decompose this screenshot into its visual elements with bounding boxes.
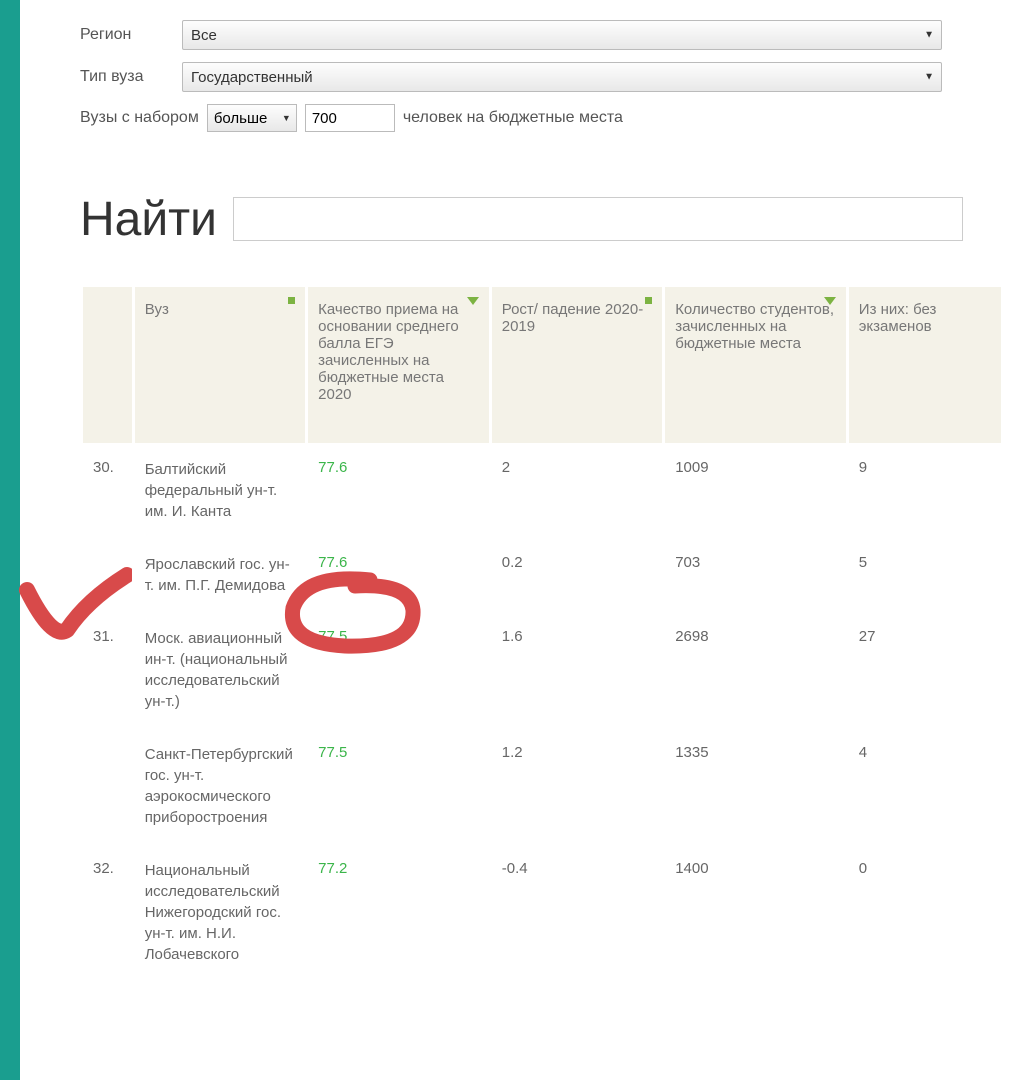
search-heading: Найти [80,192,217,247]
cell-name[interactable]: Национальный исследовательский Нижегород… [135,844,305,981]
comparator-select[interactable]: больше [207,104,297,132]
sort-indicator-icon [288,297,295,304]
cell-students: 1009 [665,443,846,538]
cell-growth: 1.2 [492,728,662,844]
cell-quality: 77.6 [308,443,489,538]
col-growth-header[interactable]: Рост/ падение 2020-2019 [492,287,662,443]
sort-desc-icon [467,297,479,305]
filter-region-row: Регион Все [80,20,1004,50]
cell-rank: 32. [83,844,132,981]
col-students-header[interactable]: Количество студентов, зачисленных на бюд… [665,287,846,443]
sort-indicator-icon [645,297,652,304]
col-name-label: Вуз [145,301,169,318]
cell-growth: 1.6 [492,612,662,728]
cell-quality: 77.5 [308,728,489,844]
cell-noexam: 4 [849,728,1001,844]
search-input[interactable] [233,197,963,241]
results-table: Вуз Качество приема на основании среднег… [80,287,1004,981]
type-label: Тип вуза [80,68,170,86]
region-label: Регион [80,26,170,44]
filter-type-row: Тип вуза Государственный [80,62,1004,92]
col-growth-label: Рост/ падение 2020-2019 [502,301,644,335]
cell-noexam: 5 [849,538,1001,612]
col-name-header[interactable]: Вуз [135,287,305,443]
cell-rank [83,728,132,844]
cell-name[interactable]: Санкт-Петербургский гос. ун-т. аэрокосми… [135,728,305,844]
cell-growth: 2 [492,443,662,538]
threshold-input[interactable] [305,104,395,132]
table-row: 32. Национальный исследовательский Нижег… [83,844,1001,981]
cell-students: 703 [665,538,846,612]
table-body: 30. Балтийский федеральный ун-т. им. И. … [83,443,1001,981]
table-row: 30. Балтийский федеральный ун-т. им. И. … [83,443,1001,538]
sort-desc-icon [824,297,836,305]
col-noexam-label: Из них: без экзаменов [859,301,937,335]
table-row: 31. Моск. авиационный ин-т. (национальны… [83,612,1001,728]
cell-noexam: 9 [849,443,1001,538]
annotation-checkmark-icon [12,560,132,650]
col-noexam-header[interactable]: Из них: без экзаменов [849,287,1001,443]
main-content: Регион Все Тип вуза Государственный Вузы… [20,0,1034,1080]
cell-name[interactable]: Балтийский федеральный ун-т. им. И. Кант… [135,443,305,538]
cell-rank: 30. [83,443,132,538]
cell-growth: -0.4 [492,844,662,981]
cell-quality: 77.2 [308,844,489,981]
enroll-suffix: человек на бюджетные места [403,109,623,127]
table-row: Ярославский гос. ун-т. им. П.Г. Демидова… [83,538,1001,612]
cell-noexam: 0 [849,844,1001,981]
type-select[interactable]: Государственный [182,62,942,92]
table-header-row: Вуз Качество приема на основании среднег… [83,287,1001,443]
cell-students: 2698 [665,612,846,728]
search-row: Найти [80,192,1004,247]
col-quality-header[interactable]: Качество приема на основании среднего ба… [308,287,489,443]
cell-students: 1335 [665,728,846,844]
cell-growth: 0.2 [492,538,662,612]
col-students-label: Количество студентов, зачисленных на бюд… [675,301,834,352]
table-row: Санкт-Петербургский гос. ун-т. аэрокосми… [83,728,1001,844]
region-select[interactable]: Все [182,20,942,50]
cell-students: 1400 [665,844,846,981]
col-rank-header[interactable] [83,287,132,443]
enroll-prefix: Вузы с набором [80,109,199,127]
sidebar-strip [0,0,20,1080]
filter-enroll-row: Вузы с набором больше человек на бюджетн… [80,104,1004,132]
cell-noexam: 27 [849,612,1001,728]
annotation-circle-icon [275,568,425,656]
col-quality-label: Качество приема на основании среднего ба… [318,301,459,403]
